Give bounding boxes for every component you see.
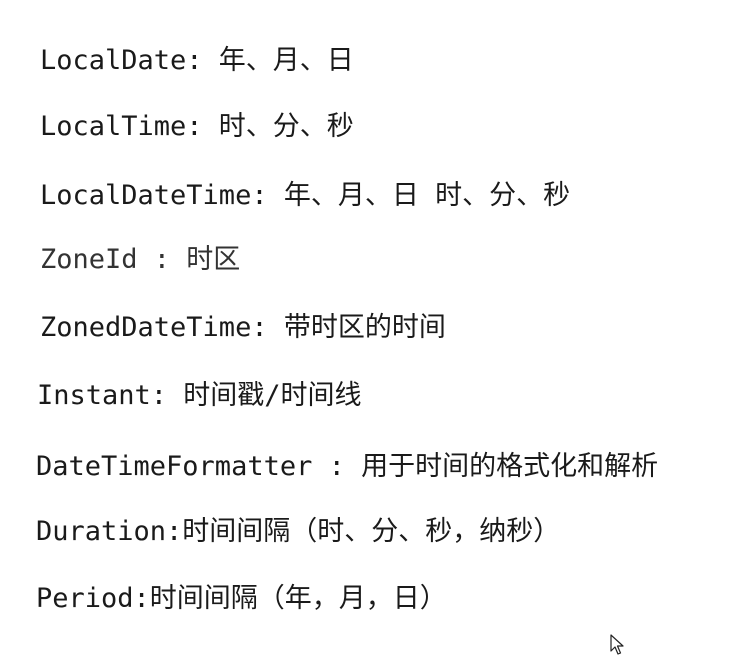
mouse-pointer-icon	[610, 634, 624, 655]
text-line-localdate: LocalDate: 年、月、日	[40, 45, 354, 76]
text-line-zoneid: ZoneId : 时区	[40, 244, 241, 275]
text-line-localtime: LocalTime: 时、分、秒	[40, 111, 354, 142]
text-line-datetimeformatter: DateTimeFormatter : 用于时间的格式化和解析	[36, 451, 659, 482]
text-line-zoneddatetime: ZonedDateTime: 带时区的时间	[40, 312, 446, 343]
text-line-localdatetime: LocalDateTime: 年、月、日 时、分、秒	[40, 180, 571, 211]
text-line-period: Period:时间间隔（年，月，日）	[36, 583, 447, 614]
text-line-duration: Duration:时间间隔（时、分、秒，纳秒）	[36, 516, 561, 547]
text-line-instant: Instant: 时间戳/时间线	[37, 380, 362, 411]
